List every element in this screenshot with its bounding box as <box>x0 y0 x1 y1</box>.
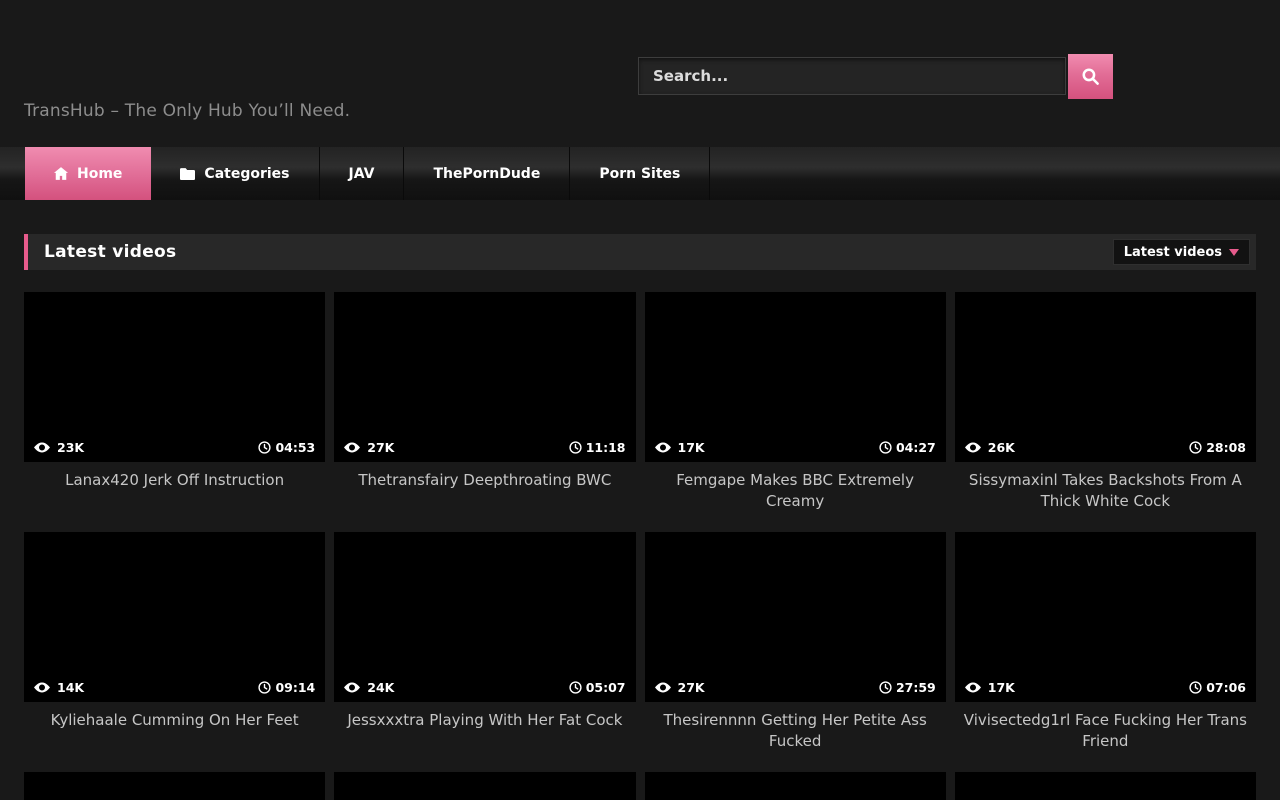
nav-item-label: Porn Sites <box>599 166 680 182</box>
clock-icon <box>879 681 892 694</box>
site-tagline: TransHub – The Only Hub You’ll Need. <box>24 101 350 121</box>
home-icon <box>54 167 68 180</box>
nav-item-home[interactable]: Home <box>25 147 151 200</box>
eye-icon <box>965 442 981 453</box>
video-title[interactable]: Thesirennnn Getting Her Petite Ass Fucke… <box>645 702 946 752</box>
video-title[interactable]: Thetransfairy Deepthroating BWC <box>334 462 635 491</box>
sort-dropdown[interactable]: Latest videos <box>1113 239 1250 265</box>
video-card[interactable] <box>334 772 635 800</box>
video-meta: 17K 04:27 <box>645 432 946 462</box>
video-thumbnail[interactable] <box>955 772 1256 800</box>
video-duration: 05:07 <box>569 680 626 695</box>
video-thumbnail[interactable]: 27K 27:59 <box>645 532 946 702</box>
video-card[interactable] <box>24 772 325 800</box>
video-card[interactable]: 26K 28:08 Sissymaxinl Takes Backshots From… <box>955 292 1256 532</box>
video-meta: 17K 07:06 <box>955 672 1256 702</box>
view-count: 17K <box>655 440 705 455</box>
video-title[interactable]: Jessxxxtra Playing With Her Fat Cock <box>334 702 635 731</box>
video-meta: 24K 05:07 <box>334 672 635 702</box>
clock-icon <box>569 441 582 454</box>
clock-icon <box>258 441 271 454</box>
video-title[interactable]: Vivisectedg1rl Face Fucking Her Trans Fr… <box>955 702 1256 752</box>
video-meta: 14K 09:14 <box>24 672 325 702</box>
clock-icon <box>1189 681 1202 694</box>
video-duration: 27:59 <box>879 680 936 695</box>
video-thumbnail[interactable] <box>645 772 946 800</box>
video-card[interactable]: 17K 07:06 Vivisectedg1rl Face Fucking Her … <box>955 532 1256 772</box>
view-count: 23K <box>34 440 84 455</box>
search-input[interactable] <box>638 57 1066 95</box>
eye-icon <box>655 442 671 453</box>
main-content: Latest videos Latest videos 23K 04:53 Lana… <box>0 234 1280 800</box>
sort-dropdown-label: Latest videos <box>1124 245 1222 260</box>
video-thumbnail[interactable] <box>334 772 635 800</box>
video-duration: 04:27 <box>879 440 936 455</box>
video-thumbnail[interactable]: 17K 07:06 <box>955 532 1256 702</box>
video-meta: 27K 27:59 <box>645 672 946 702</box>
section-title: Latest videos <box>44 242 176 262</box>
video-duration: 09:14 <box>258 680 315 695</box>
site-header: TransHub – The Only Hub You’ll Need. <box>0 0 1280 147</box>
video-card[interactable]: 24K 05:07 Jessxxxtra Playing With Her Fat … <box>334 532 635 772</box>
clock-icon <box>258 681 271 694</box>
video-meta: 26K 28:08 <box>955 432 1256 462</box>
video-card[interactable] <box>645 772 946 800</box>
eye-icon <box>655 682 671 693</box>
eye-icon <box>34 682 50 693</box>
clock-icon <box>1189 441 1202 454</box>
video-card[interactable]: 14K 09:14 Kyliehaale Cumming On Her Feet <box>24 532 325 772</box>
video-duration: 28:08 <box>1189 440 1246 455</box>
video-title[interactable]: Femgape Makes BBC Extremely Creamy <box>645 462 946 512</box>
view-count: 24K <box>344 680 394 695</box>
video-thumbnail[interactable]: 24K 05:07 <box>334 532 635 702</box>
video-thumbnail[interactable]: 27K 11:18 <box>334 292 635 462</box>
video-title[interactable]: Sissymaxinl Takes Backshots From A Thick… <box>955 462 1256 512</box>
video-thumbnail[interactable]: 23K 04:53 <box>24 292 325 462</box>
view-count: 26K <box>965 440 1015 455</box>
eye-icon <box>34 442 50 453</box>
view-count: 27K <box>344 440 394 455</box>
caret-down-icon <box>1229 249 1239 256</box>
video-thumbnail[interactable]: 17K 04:27 <box>645 292 946 462</box>
nav-item-label: Home <box>77 166 122 182</box>
nav-item-label: Categories <box>204 166 289 182</box>
view-count: 27K <box>655 680 705 695</box>
nav-item-theporndude[interactable]: ThePornDude <box>404 147 570 200</box>
video-grid: 23K 04:53 Lanax420 Jerk Off Instruction 27K… <box>24 292 1256 800</box>
clock-icon <box>569 681 582 694</box>
video-meta: 23K 04:53 <box>24 432 325 462</box>
video-duration: 07:06 <box>1189 680 1246 695</box>
nav-item-porn-sites[interactable]: Porn Sites <box>570 147 710 200</box>
video-card[interactable]: 27K 11:18 Thetransfairy Deepthroating BWC <box>334 292 635 532</box>
nav-item-jav[interactable]: JAV <box>320 147 405 200</box>
video-duration: 11:18 <box>569 440 626 455</box>
eye-icon <box>344 442 360 453</box>
nav-item-label: JAV <box>349 166 375 182</box>
clock-icon <box>879 441 892 454</box>
eye-icon <box>344 682 360 693</box>
video-title[interactable]: Lanax420 Jerk Off Instruction <box>24 462 325 491</box>
search-icon <box>1081 67 1100 86</box>
main-nav: Home Categories JAV ThePornDude Porn Sites <box>0 147 1280 200</box>
view-count: 17K <box>965 680 1015 695</box>
video-duration: 04:53 <box>258 440 315 455</box>
nav-item-categories[interactable]: Categories <box>151 147 319 200</box>
video-title[interactable]: Kyliehaale Cumming On Her Feet <box>24 702 325 731</box>
video-card[interactable]: 17K 04:27 Femgape Makes BBC Extremely Crea… <box>645 292 946 532</box>
video-card[interactable] <box>955 772 1256 800</box>
section-header: Latest videos Latest videos <box>24 234 1256 270</box>
video-thumbnail[interactable] <box>24 772 325 800</box>
video-card[interactable]: 23K 04:53 Lanax420 Jerk Off Instruction <box>24 292 325 532</box>
search-bar <box>638 54 1113 99</box>
eye-icon <box>965 682 981 693</box>
video-card[interactable]: 27K 27:59 Thesirennnn Getting Her Petite A… <box>645 532 946 772</box>
video-meta: 27K 11:18 <box>334 432 635 462</box>
view-count: 14K <box>34 680 84 695</box>
search-button[interactable] <box>1068 54 1113 99</box>
video-thumbnail[interactable]: 26K 28:08 <box>955 292 1256 462</box>
nav-item-label: ThePornDude <box>433 166 540 182</box>
folder-icon <box>180 168 195 180</box>
video-thumbnail[interactable]: 14K 09:14 <box>24 532 325 702</box>
